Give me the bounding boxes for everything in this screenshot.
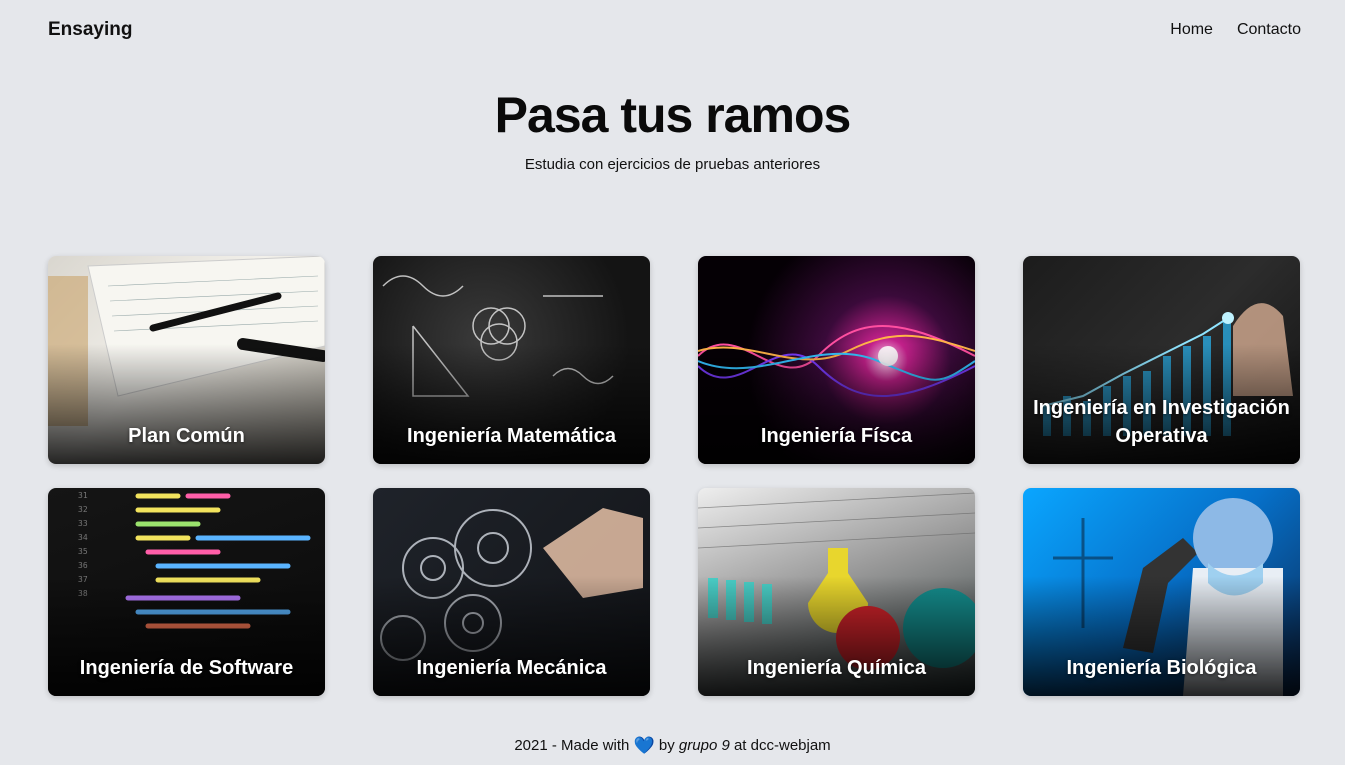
card-ingenieria-investigacion-operativa[interactable]: Ingeniería en Investigación Operativa xyxy=(1023,256,1300,464)
card-ingenieria-biologica[interactable]: Ingeniería Biológica xyxy=(1023,488,1300,696)
footer-by: by xyxy=(658,737,675,754)
card-label: Ingeniería Físca xyxy=(760,425,913,447)
svg-text:35: 35 xyxy=(78,547,88,556)
svg-text:36: 36 xyxy=(78,561,88,570)
svg-text:34: 34 xyxy=(78,533,88,542)
heart-icon: 💙 xyxy=(633,736,655,755)
footer-group: grupo 9 xyxy=(678,737,730,754)
nav-links: Home Contacto xyxy=(1170,21,1301,39)
page-subtitle: Estudia con ejercicios de pruebas anteri… xyxy=(524,156,821,173)
card-label: Ingeniería Matemática xyxy=(407,425,616,447)
card-ingenieria-fisica[interactable]: Ingeniería Físca xyxy=(698,256,975,464)
career-grid: Plan Común Ingeniería Matemática Ingenie… xyxy=(48,256,1301,696)
svg-text:33: 33 xyxy=(78,519,88,528)
card-label: Ingeniería de Software xyxy=(79,657,294,679)
card-ingenieria-software[interactable]: 31 32 33 34 35 36 37 38 xyxy=(48,488,325,696)
footer-suffix: at dcc-webjam xyxy=(733,737,831,754)
card-ingenieria-mecanica[interactable]: Ingeniería Mecánica xyxy=(373,488,650,696)
navbar: Ensaying Home Contacto xyxy=(0,0,1345,62)
card-label: Plan Común xyxy=(128,425,245,447)
card-label: Ingeniería Biológica xyxy=(1066,657,1257,679)
brand-logo-link[interactable]: Ensaying xyxy=(48,19,132,41)
nav-home-link[interactable]: Home xyxy=(1170,21,1213,39)
card-label: Ingeniería Química xyxy=(747,657,926,679)
card-ingenieria-matematica[interactable]: Ingeniería Matemática xyxy=(373,256,650,464)
footer: 2021 - Made with 💙 by grupo 9 at dcc-web… xyxy=(0,736,1345,756)
nav-contact-link[interactable]: Contacto xyxy=(1237,21,1301,39)
card-label: Ingeniería Mecánica xyxy=(416,657,607,679)
svg-text:32: 32 xyxy=(78,505,88,514)
card-label: Ingeniería en Investigación Operativa xyxy=(1033,397,1290,447)
card-ingenieria-quimica[interactable]: Ingeniería Química xyxy=(698,488,975,696)
card-plan-comun[interactable]: Plan Común xyxy=(48,256,325,464)
svg-text:31: 31 xyxy=(78,491,88,500)
page-title: Pasa tus ramos xyxy=(494,87,852,143)
footer-prefix: 2021 - Made with xyxy=(514,737,630,754)
